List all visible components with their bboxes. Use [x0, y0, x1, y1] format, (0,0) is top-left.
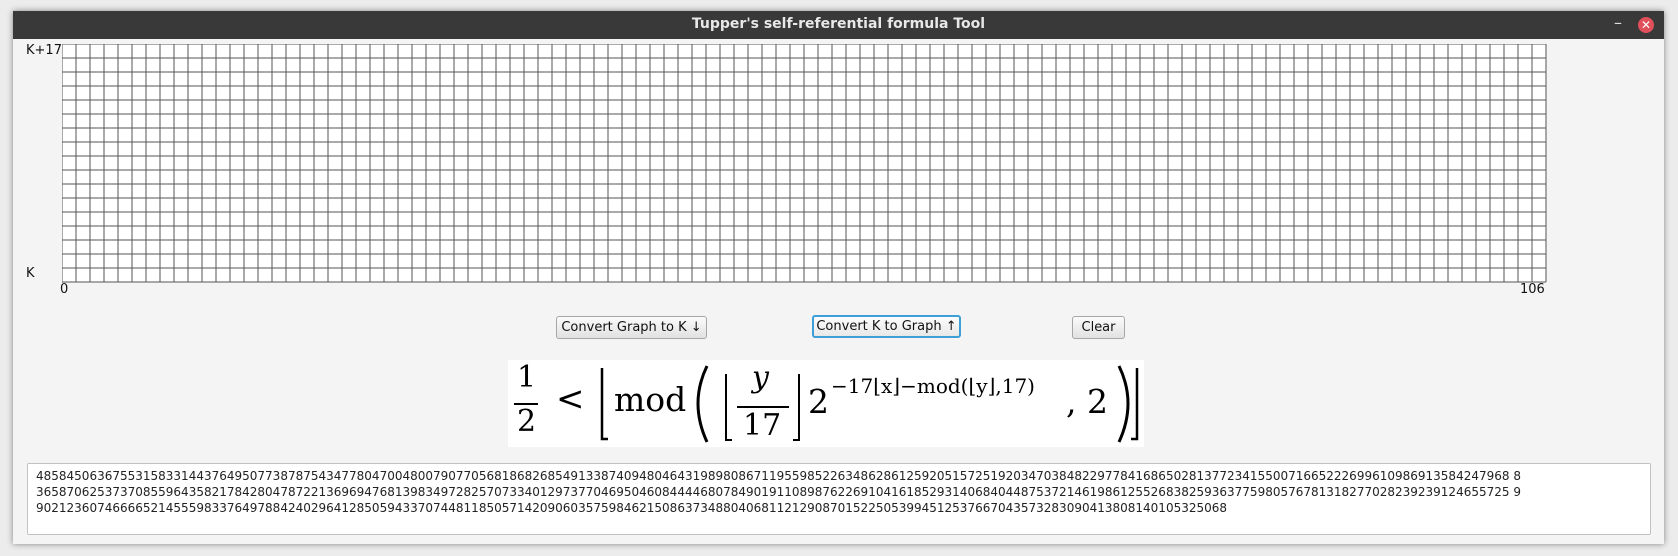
k-value-line-3: 9021236074666652145559833764978842402964…	[36, 501, 1228, 515]
minimize-icon[interactable]: –	[1614, 13, 1622, 32]
formula-exponent: −17⌊x⌋−mod(⌊y⌋,17)	[831, 374, 1035, 398]
formula-half-numerator: 1	[517, 360, 537, 395]
formula-seventeen: 17	[743, 408, 782, 443]
convert-k-to-graph-button[interactable]: Convert K to Graph ↑	[812, 315, 961, 338]
k-value-line-1: 4858450636755315833144376495077387875434…	[36, 469, 1521, 483]
formula-image: 1 2 < mod y 17 2 −17⌊x⌋−mod(⌊y⌋,17) , 2	[508, 360, 1144, 447]
formula-half-denominator: 2	[517, 404, 537, 439]
window-title: Tupper's self-referential formula Tool	[691, 16, 986, 32]
formula-base-two: 2	[808, 382, 829, 421]
y-axis-bottom-label: K	[26, 266, 35, 281]
k-value-textarea[interactable]: 4858450636755315833144376495077387875434…	[27, 463, 1651, 535]
title-bar[interactable]: Tupper's self-referential formula Tool –…	[13, 11, 1664, 39]
x-axis-start-label: 0	[60, 282, 69, 297]
convert-graph-to-k-button[interactable]: Convert Graph to K ↓	[556, 316, 707, 339]
clear-button[interactable]: Clear	[1072, 316, 1125, 339]
k-value-line-2: 3658706253737085596435821784280478722136…	[36, 485, 1521, 499]
formula-comma-two: , 2	[1066, 382, 1108, 421]
app-window: Tupper's self-referential formula Tool –…	[13, 11, 1664, 544]
formula-less-than: <	[556, 379, 585, 419]
x-axis-end-label: 106	[1520, 282, 1545, 297]
formula-mod: mod	[614, 380, 687, 419]
close-icon[interactable]: ✕	[1638, 17, 1654, 33]
y-axis-top-label: K+17	[26, 43, 62, 58]
formula-y: y	[752, 360, 769, 395]
pixel-grid[interactable]	[62, 44, 1547, 284]
